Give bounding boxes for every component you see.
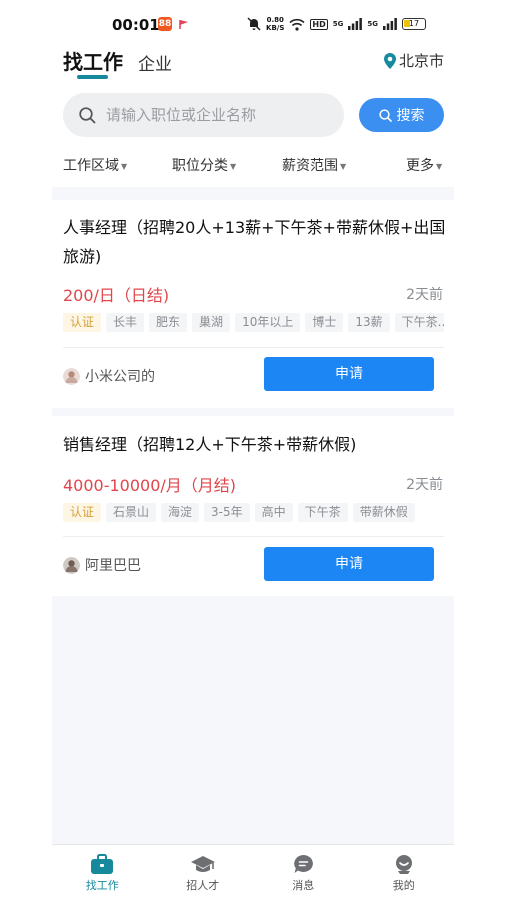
search-icon <box>79 106 96 123</box>
certified-tag: 认证 <box>63 313 102 332</box>
nav-label: 我的 <box>392 879 415 892</box>
filter-label: 薪资范围 <box>282 158 338 174</box>
status-bar: 00:01 88 0.80 KB/S HD 5G 5G 17 <box>52 0 454 42</box>
company-name: 阿里巴巴 <box>85 558 141 574</box>
mute-bell-icon <box>247 17 261 31</box>
hd-icon: HD <box>310 18 328 30</box>
job-tag: 长丰 <box>106 313 145 332</box>
filter-label: 更多 <box>406 158 434 174</box>
company-name: 小米公司的 <box>85 369 155 385</box>
nav-label: 找工作 <box>85 879 119 892</box>
search-bar[interactable] <box>63 93 344 137</box>
battery-level: 17 <box>408 19 420 28</box>
search-input[interactable] <box>106 106 326 124</box>
job-tag: 巢湖 <box>192 313 231 332</box>
company-info[interactable]: 阿里巴巴 <box>63 555 141 575</box>
app-notification-icon: 88 <box>158 17 172 31</box>
job-tag: 海淀 <box>161 503 200 522</box>
signal-icon-2 <box>383 18 397 30</box>
message-icon <box>293 855 313 873</box>
graduation-cap-icon <box>190 856 215 872</box>
tab-find-job[interactable]: 找工作 <box>63 46 123 75</box>
card-divider <box>63 536 444 537</box>
filter-salary-range[interactable]: 薪资范围 ▼ <box>282 155 346 175</box>
job-tag: 肥东 <box>149 313 188 332</box>
job-tag: 下午茶 <box>297 503 348 522</box>
briefcase-icon <box>91 854 114 874</box>
card-divider <box>63 347 444 348</box>
job-tag: 石景山 <box>106 503 157 522</box>
nav-recruit[interactable]: 招人才 <box>153 845 254 900</box>
nav-profile[interactable]: 我的 <box>354 845 455 900</box>
status-time: 00:01 <box>112 16 160 34</box>
battery-icon: 17 <box>402 18 426 30</box>
job-title: 人事经理（招聘20人+13薪+下午茶+带薪休假+出国旅游) <box>63 218 446 266</box>
search-button[interactable]: 搜索 <box>359 98 444 132</box>
location-pin-icon <box>383 52 396 69</box>
apply-button[interactable]: 申请 <box>264 547 434 581</box>
job-tag: 高中 <box>254 503 293 522</box>
nav-label: 消息 <box>292 879 315 892</box>
job-tags: 认证 石景山 海淀 3-5年 高中 下午茶 带薪休假 <box>63 503 444 524</box>
company-avatar <box>63 367 80 385</box>
job-tag: 3-5年 <box>204 503 250 522</box>
wifi-icon <box>289 18 305 31</box>
job-tag: 13薪 <box>348 313 390 332</box>
network-speed-unit: KB/S <box>266 24 285 32</box>
caret-down-icon: ▼ <box>436 162 443 171</box>
job-posted-time: 2天前 <box>406 477 443 493</box>
caret-down-icon: ▼ <box>340 162 347 171</box>
filter-more[interactable]: 更多 ▼ <box>406 155 442 175</box>
nav-find-job[interactable]: 找工作 <box>52 845 153 900</box>
status-icons: 0.80 KB/S HD 5G 5G 17 <box>247 15 426 33</box>
signal-icon <box>348 18 363 30</box>
job-salary: 4000-10000/月（月结) <box>63 476 237 495</box>
search-button-label: 搜索 <box>396 108 425 124</box>
profile-icon <box>395 855 412 874</box>
network-speed: 0.80 KB/S <box>266 16 284 32</box>
caret-down-icon: ▼ <box>230 162 237 171</box>
job-tags: 认证 长丰 肥东 巢湖 10年以上 博士 13薪 下午茶... <box>63 313 444 334</box>
job-salary: 200/日（日结) <box>63 286 170 305</box>
signal-label-2: 5G <box>367 20 378 28</box>
page-header: 找工作 企业 北京市 搜索 工作区域▼ <box>52 42 454 187</box>
filter-label: 工作区域 <box>63 158 119 174</box>
apply-button[interactable]: 申请 <box>264 357 434 391</box>
signal-label: 5G <box>332 20 344 28</box>
filter-bar: 工作区域 ▼ 职位分类 ▼ 薪资范围 ▼ 更多 ▼ <box>52 155 454 179</box>
filter-label: 职位分类 <box>172 158 228 174</box>
filter-work-area[interactable]: 工作区域 ▼ <box>63 155 127 175</box>
job-card[interactable]: 人事经理（招聘20人+13薪+下午茶+带薪休假+出国旅游) 200/日（日结) … <box>52 200 454 408</box>
network-speed-value: 0.80 <box>266 16 284 24</box>
job-posted-time: 2天前 <box>406 287 443 303</box>
filter-job-category[interactable]: 职位分类 ▼ <box>172 155 236 175</box>
city-label: 北京市 <box>398 52 444 70</box>
nav-messages[interactable]: 消息 <box>253 845 354 900</box>
city-selector[interactable]: 北京市 <box>383 50 444 71</box>
certified-tag: 认证 <box>63 503 102 522</box>
tab-company[interactable]: 企业 <box>138 50 172 75</box>
job-tag: 博士 <box>305 313 344 332</box>
app-screen: 00:01 88 0.80 KB/S HD 5G 5G 17 找工作 企业 北京… <box>52 0 454 900</box>
job-card[interactable]: 销售经理（招聘12人+下午茶+带薪休假) 4000-10000/月（月结) 2天… <box>52 416 454 596</box>
bottom-nav: 找工作 招人才 消息 我的 <box>52 844 454 900</box>
job-tag: 带薪休假 <box>352 503 415 522</box>
company-info[interactable]: 小米公司的 <box>63 366 155 386</box>
job-tag: 10年以上 <box>235 313 301 332</box>
nav-label: 招人才 <box>186 879 220 892</box>
search-button-icon <box>378 108 392 122</box>
caret-down-icon: ▼ <box>121 162 128 171</box>
company-avatar <box>63 556 80 574</box>
flag-notification-icon <box>179 20 188 29</box>
active-tab-indicator <box>77 75 108 79</box>
job-title: 销售经理（招聘12人+下午茶+带薪休假) <box>63 435 357 454</box>
job-tag: 下午茶... <box>394 313 444 332</box>
